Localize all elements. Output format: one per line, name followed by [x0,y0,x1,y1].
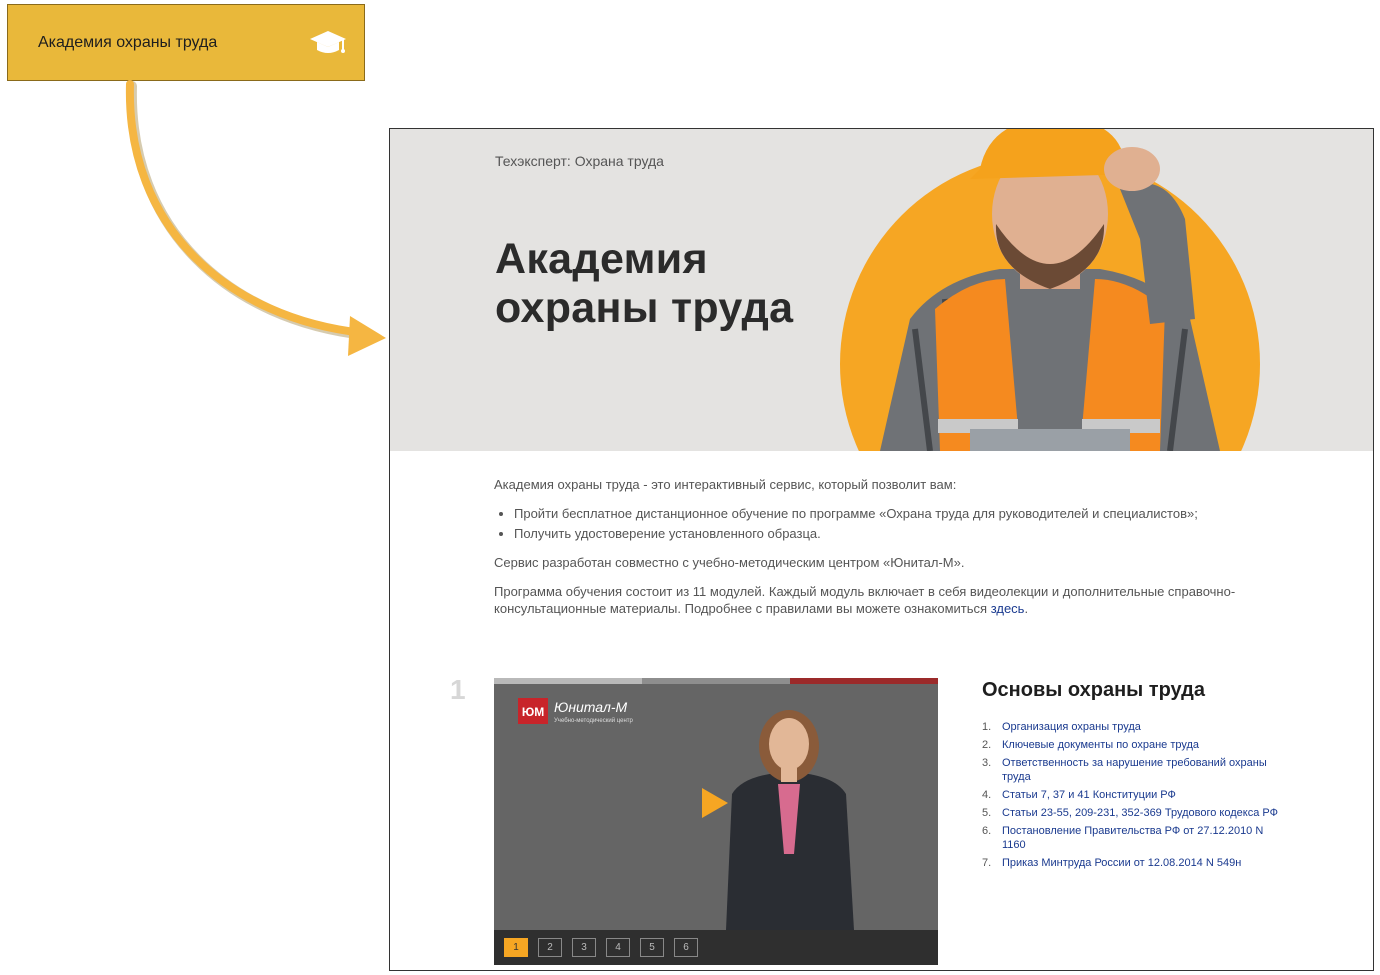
topic-list: 1. Организация охраны труда 2. Ключевые до… [982,720,1282,870]
unital-logo-sub: Учебно-методический центр [554,717,634,724]
list-item: 5. Статьи 23-55, 209-231, 352-369 Трудово… [982,806,1278,820]
intro-program-end: . [1024,601,1029,616]
hero-kicker: Техэксперт: Охрана труда [495,153,664,169]
page-title: Академия охраны труда [495,235,793,333]
list-item: 4. Статьи 7, 37 и 41 Конституции РФ [982,788,1176,802]
unital-logo-text: Юнитал-М [554,699,627,715]
video-page-1[interactable]: 1 [504,938,528,957]
video-page-2[interactable]: 2 [538,938,562,957]
intro-bullets: Пройти бесплатное дистанционное обучение… [514,505,1254,542]
video-page-5[interactable]: 5 [640,938,664,957]
video-page-3[interactable]: 3 [572,938,596,957]
list-item: 7. Приказ Минтруда России от 12.08.2014 N… [982,856,1242,870]
topic-link[interactable]: Организация охраны труда [1002,720,1141,734]
unital-logo-mark: ЮМ [522,705,544,719]
hero-worker-image [840,129,1260,451]
topic-link[interactable]: Постановление Правительства РФ от 27.12.… [1002,824,1282,852]
video-player[interactable]: ЮМ Юнитал-М Учебно-методический центр 1 … [494,678,938,965]
page-title-line2: охраны труда [495,284,794,332]
graduation-cap-icon [308,27,348,59]
academy-tile-button[interactable]: Академия охраны труда [7,4,365,81]
module-title: Основы охраны труда [982,679,1205,701]
rules-link[interactable]: здесь [991,601,1025,616]
intro-dev: Сервис разработан совместно с учебно-мет… [494,555,965,570]
topic-link[interactable]: Статьи 7, 37 и 41 Конституции РФ [1002,788,1176,802]
curved-arrow-icon [125,80,386,356]
intro-lead: Академия охраны труда - это интерактивны… [494,477,957,492]
topic-link[interactable]: Ответственность за нарушение требований … [1002,756,1282,784]
topic-link[interactable]: Статьи 23-55, 209-231, 352-369 Трудового… [1002,806,1278,820]
video-pagination: 1 2 3 4 5 6 [494,930,938,965]
module-number: 1 [450,674,466,705]
intro-bullet: Пройти бесплатное дистанционное обучение… [514,505,1254,522]
intro-section: Академия охраны труда - это интерактивны… [494,476,1254,629]
play-icon[interactable] [700,786,730,820]
intro-program: Программа обучения состоит из 11 модулей… [494,583,1254,617]
academy-tile-label: Академия охраны труда [38,33,218,51]
topic-link[interactable]: Приказ Минтруда России от 12.08.2014 N 5… [1002,856,1241,870]
video-page-6[interactable]: 6 [674,938,698,957]
module-topics: Основы охраны труда 1. Организация охраны… [982,679,1282,874]
intro-program-text: Программа обучения состоит из 11 модулей… [494,584,1236,616]
video-page-4[interactable]: 4 [606,938,630,957]
list-item: 6. Постановление Правительства РФ от 27.1… [982,824,1282,852]
academy-page: Техэксперт: Охрана труда Академия охраны… [389,128,1374,971]
page-title-line1: Академия [495,235,708,283]
topic-link[interactable]: Ключевые документы по охране труда [1002,738,1199,752]
hero-banner: Техэксперт: Охрана труда Академия охраны… [390,129,1373,451]
intro-bullet: Получить удостоверение установленного об… [514,525,1254,542]
list-item: 2. Ключевые документы по охране труда [982,738,1200,752]
list-item: 3. Ответственность за нарушение требовани… [982,756,1282,784]
list-item: 1. Организация охраны труда [982,720,1141,734]
